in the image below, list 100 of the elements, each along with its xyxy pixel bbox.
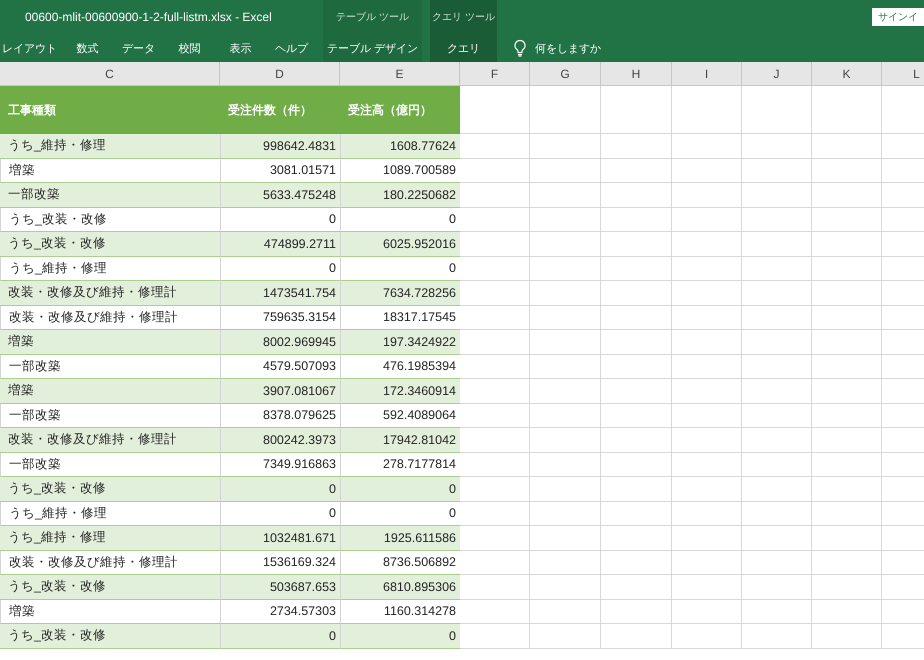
- empty-cell[interactable]: [530, 330, 601, 354]
- empty-cell[interactable]: [812, 134, 882, 158]
- empty-cell[interactable]: [460, 354, 530, 379]
- empty-cell[interactable]: [672, 183, 742, 208]
- empty-cell[interactable]: [812, 624, 882, 648]
- ribbon-tab[interactable]: レイアウト: [0, 34, 62, 62]
- empty-cell[interactable]: [672, 452, 742, 477]
- empty-cell[interactable]: [601, 452, 672, 477]
- empty-cell[interactable]: [601, 306, 672, 330]
- empty-cell[interactable]: [672, 86, 742, 134]
- empty-cell[interactable]: [601, 208, 672, 232]
- empty-cell[interactable]: [742, 428, 812, 452]
- column-header[interactable]: D: [220, 62, 340, 85]
- empty-cell[interactable]: [530, 624, 601, 648]
- empty-cell[interactable]: [601, 256, 672, 281]
- ribbon-tab[interactable]: 数式: [62, 34, 113, 62]
- empty-cell[interactable]: [812, 428, 882, 452]
- empty-cell[interactable]: [460, 600, 530, 624]
- empty-cell[interactable]: [742, 502, 812, 526]
- empty-cell[interactable]: [530, 208, 601, 232]
- empty-cell[interactable]: [601, 134, 672, 158]
- empty-cell[interactable]: [530, 477, 601, 502]
- empty-cell[interactable]: [601, 158, 672, 183]
- column-header[interactable]: J: [742, 62, 812, 85]
- empty-cell[interactable]: [672, 354, 742, 379]
- empty-cell[interactable]: [530, 379, 601, 404]
- empty-cell[interactable]: [672, 281, 742, 306]
- empty-cell[interactable]: [530, 550, 601, 575]
- ribbon-tab[interactable]: ヘルプ: [266, 34, 317, 62]
- empty-cell[interactable]: [812, 281, 882, 306]
- empty-cell[interactable]: [672, 208, 742, 232]
- column-header[interactable]: C: [0, 62, 220, 85]
- empty-cell[interactable]: [742, 330, 812, 354]
- empty-cell[interactable]: [672, 232, 742, 256]
- empty-cell[interactable]: [672, 428, 742, 452]
- empty-cell[interactable]: [812, 86, 882, 134]
- empty-cell[interactable]: [672, 306, 742, 330]
- empty-cell[interactable]: [672, 134, 742, 158]
- empty-cell[interactable]: [530, 354, 601, 379]
- empty-cell[interactable]: [672, 624, 742, 648]
- column-header[interactable]: K: [812, 62, 882, 85]
- empty-cell[interactable]: [460, 404, 530, 428]
- empty-cell[interactable]: [530, 575, 601, 600]
- empty-cell[interactable]: [742, 354, 812, 379]
- empty-cell[interactable]: [601, 600, 672, 624]
- column-header[interactable]: L: [882, 62, 924, 85]
- empty-cell[interactable]: [672, 600, 742, 624]
- empty-cell[interactable]: [812, 502, 882, 526]
- ribbon-tab[interactable]: 表示: [215, 34, 266, 62]
- empty-cell[interactable]: [530, 134, 601, 158]
- empty-cell[interactable]: [601, 354, 672, 379]
- empty-cell[interactable]: [530, 158, 601, 183]
- empty-cell[interactable]: [601, 550, 672, 575]
- empty-cell[interactable]: [742, 379, 812, 404]
- empty-cell[interactable]: [460, 306, 530, 330]
- empty-cell[interactable]: [742, 575, 812, 600]
- empty-cell[interactable]: [742, 281, 812, 306]
- empty-cell[interactable]: [812, 550, 882, 575]
- empty-cell[interactable]: [812, 452, 882, 477]
- empty-cell[interactable]: [742, 208, 812, 232]
- empty-cell[interactable]: [601, 624, 672, 648]
- empty-cell[interactable]: [601, 404, 672, 428]
- empty-cell[interactable]: [812, 354, 882, 379]
- empty-cell[interactable]: [601, 183, 672, 208]
- empty-cell[interactable]: [742, 86, 812, 134]
- empty-cell[interactable]: [812, 158, 882, 183]
- empty-cell[interactable]: [460, 256, 530, 281]
- empty-cell[interactable]: [601, 526, 672, 550]
- empty-cell[interactable]: [742, 624, 812, 648]
- empty-cell[interactable]: [812, 526, 882, 550]
- empty-cell[interactable]: [460, 550, 530, 575]
- empty-cell[interactable]: [812, 575, 882, 600]
- empty-cell[interactable]: [812, 306, 882, 330]
- empty-cell[interactable]: [742, 526, 812, 550]
- empty-cell[interactable]: [672, 256, 742, 281]
- empty-cell[interactable]: [742, 134, 812, 158]
- empty-cell[interactable]: [601, 330, 672, 354]
- empty-cell[interactable]: [672, 502, 742, 526]
- empty-cell[interactable]: [601, 428, 672, 452]
- empty-cell[interactable]: [742, 183, 812, 208]
- empty-cell[interactable]: [601, 232, 672, 256]
- empty-cell[interactable]: [812, 330, 882, 354]
- ribbon-tab[interactable]: データ: [113, 34, 164, 62]
- empty-cell[interactable]: [672, 550, 742, 575]
- empty-cell[interactable]: [812, 404, 882, 428]
- empty-cell[interactable]: [601, 379, 672, 404]
- empty-cell[interactable]: [530, 600, 601, 624]
- empty-cell[interactable]: [812, 379, 882, 404]
- empty-cell[interactable]: [742, 404, 812, 428]
- empty-cell[interactable]: [530, 502, 601, 526]
- empty-cell[interactable]: [672, 526, 742, 550]
- empty-cell[interactable]: [530, 232, 601, 256]
- empty-cell[interactable]: [530, 86, 601, 134]
- empty-cell[interactable]: [672, 575, 742, 600]
- empty-cell[interactable]: [672, 158, 742, 183]
- empty-cell[interactable]: [742, 306, 812, 330]
- empty-cell[interactable]: [530, 428, 601, 452]
- empty-cell[interactable]: [812, 256, 882, 281]
- empty-cell[interactable]: [530, 452, 601, 477]
- empty-cell[interactable]: [812, 208, 882, 232]
